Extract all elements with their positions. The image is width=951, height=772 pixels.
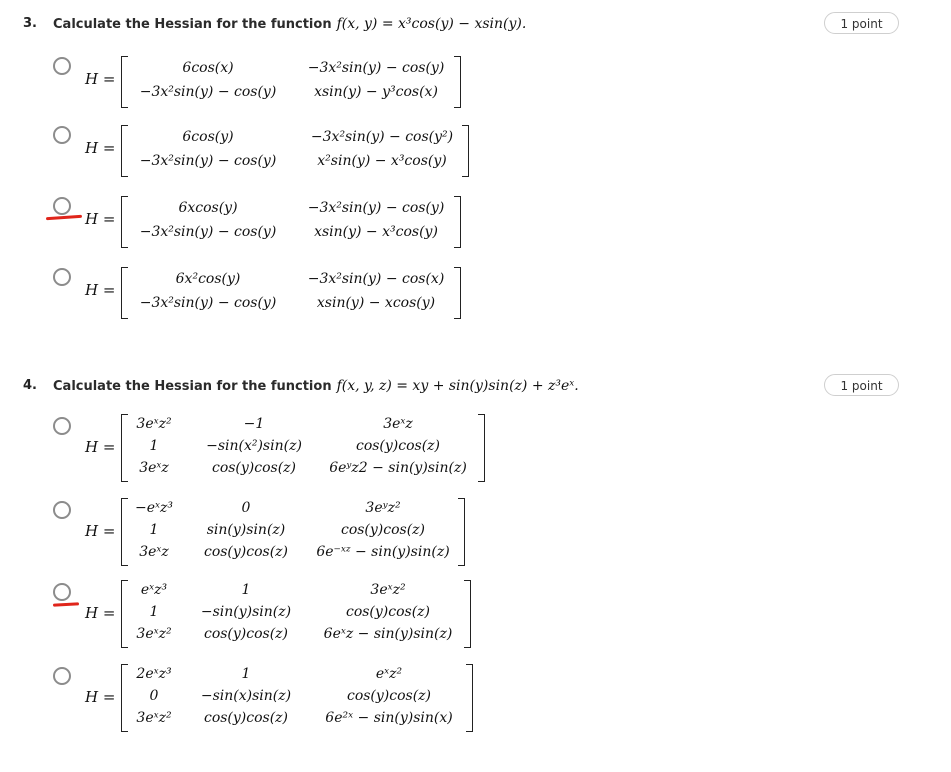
matrix-cell: cos(y)cos(z) <box>345 604 431 620</box>
question-function: f(x, y, z) = xy + sin(y)sin(z) + z³eˣ. <box>336 378 579 394</box>
matrix-cell: 3eʸz² <box>365 500 401 516</box>
h-label: H = <box>85 438 116 456</box>
h-label: H = <box>85 688 116 706</box>
matrix-cell: 3eˣz² <box>136 416 172 432</box>
question-text: Calculate the Hessian for the function f(… <box>53 378 579 394</box>
answer-option-b[interactable]: H = 6cos(y) −3x²sin(y) − cos(y²) −3x²sin… <box>0 121 951 181</box>
matrix-cell: −sin(y)sin(z) <box>200 604 292 620</box>
radio-button[interactable] <box>53 268 71 286</box>
h-label: H = <box>85 522 116 540</box>
question-header: 4. Calculate the Hessian for the functio… <box>0 372 951 402</box>
matrix-cell: −3x²sin(y) − cos(y²) <box>310 129 454 145</box>
matrix-cell: cos(y)cos(z) <box>203 626 289 642</box>
matrix-cell: sin(y)sin(z) <box>206 522 286 538</box>
answer-option-c[interactable]: H = eˣz³ 1 3eˣz² 1 −sin(y)sin(z) cos(y)c… <box>0 578 951 652</box>
matrix-cell: 6eʸz2 − sin(y)sin(z) <box>329 460 467 476</box>
matrix-cell: −1 <box>243 416 265 432</box>
matrix-cell: 6e⁻ˣᶻ − sin(y)sin(z) <box>316 544 450 560</box>
matrix-cell: −eˣz³ <box>135 500 173 516</box>
matrix-cell: 3eˣz <box>139 460 169 476</box>
hessian-matrix: 2eˣz³ 1 eˣz² 0 −sin(x)sin(z) cos(y)cos(z… <box>121 664 473 732</box>
h-label: H = <box>85 70 116 88</box>
hessian-matrix: −eˣz³ 0 3eʸz² 1 sin(y)sin(z) cos(y)cos(z… <box>121 498 465 566</box>
radio-button[interactable] <box>53 583 71 601</box>
matrix-cell: 6xcos(y) <box>178 200 238 216</box>
points-badge: 1 point <box>824 12 899 34</box>
hessian-matrix: 6cos(y) −3x²sin(y) − cos(y²) −3x²sin(y) … <box>121 125 469 177</box>
hessian-matrix: 3eˣz² −1 3eˣz 1 −sin(x²)sin(z) cos(y)cos… <box>121 414 485 482</box>
answer-option-b[interactable]: H = −eˣz³ 0 3eʸz² 1 sin(y)sin(z) cos(y)c… <box>0 496 951 570</box>
matrix-cell: x²sin(y) − x³cos(y) <box>317 153 447 169</box>
matrix-cell: −3x²sin(y) − cos(y) <box>139 153 277 169</box>
matrix-cell: 1 <box>149 438 159 454</box>
matrix-cell: 1 <box>149 604 159 620</box>
matrix-cell: 3eˣz² <box>370 582 406 598</box>
radio-button[interactable] <box>53 57 71 75</box>
matrix-cell: cos(y)cos(z) <box>203 710 289 726</box>
question-prompt: Calculate the Hessian for the function <box>53 17 332 32</box>
red-annotation-mark <box>45 214 83 221</box>
matrix-cell: 3eˣz² <box>136 710 172 726</box>
matrix-cell: cos(y)cos(z) <box>355 438 441 454</box>
matrix-cell: 3eˣz <box>139 544 169 560</box>
matrix-cell: cos(y)cos(z) <box>346 688 432 704</box>
matrix-cell: 1 <box>241 666 251 682</box>
matrix-cell: 6x²cos(y) <box>175 271 241 287</box>
matrix-cell: −3x²sin(y) − cos(x) <box>307 271 445 287</box>
radio-button[interactable] <box>53 667 71 685</box>
matrix-cell: 0 <box>149 688 159 704</box>
matrix-cell: cos(y)cos(z) <box>211 460 297 476</box>
matrix-cell: cos(y)cos(z) <box>203 544 289 560</box>
question-text: Calculate the Hessian for the function f(… <box>53 16 526 32</box>
matrix-cell: 2eˣz³ <box>136 666 172 682</box>
matrix-cell: xsin(y) − y³cos(x) <box>314 84 438 100</box>
matrix-cell: −3x²sin(y) − cos(y) <box>139 295 277 311</box>
matrix-cell: xsin(y) − x³cos(y) <box>314 224 438 240</box>
hessian-matrix: 6x²cos(y) −3x²sin(y) − cos(x) −3x²sin(y)… <box>121 267 461 319</box>
h-label: H = <box>85 604 116 622</box>
matrix-cell: 6cos(y) <box>182 129 234 145</box>
matrix-cell: 6cos(x) <box>182 60 234 76</box>
radio-button[interactable] <box>53 197 71 215</box>
matrix-cell: 6e²ˣ − sin(y)sin(x) <box>325 710 453 726</box>
answer-option-a[interactable]: H = 3eˣz² −1 3eˣz 1 −sin(x²)sin(z) cos(y… <box>0 412 951 486</box>
matrix-cell: −3x²sin(y) − cos(y) <box>139 224 277 240</box>
matrix-cell: 1 <box>241 582 251 598</box>
matrix-cell: xsin(y) − xcos(y) <box>316 295 436 311</box>
answer-option-c[interactable]: H = 6xcos(y) −3x²sin(y) − cos(y) −3x²sin… <box>0 192 951 252</box>
radio-button[interactable] <box>53 501 71 519</box>
matrix-cell: 6eˣz − sin(y)sin(z) <box>323 626 453 642</box>
matrix-cell: eˣz² <box>375 666 403 682</box>
matrix-cell: 1 <box>149 522 159 538</box>
matrix-cell: eˣz³ <box>140 582 168 598</box>
matrix-cell: −sin(x²)sin(z) <box>206 438 302 454</box>
matrix-cell: cos(y)cos(z) <box>340 522 426 538</box>
red-annotation-mark <box>52 602 80 607</box>
matrix-cell: −3x²sin(y) − cos(y) <box>307 60 445 76</box>
matrix-cell: 0 <box>241 500 251 516</box>
answer-option-d[interactable]: H = 2eˣz³ 1 eˣz² 0 −sin(x)sin(z) cos(y)c… <box>0 662 951 736</box>
radio-button[interactable] <box>53 126 71 144</box>
points-badge: 1 point <box>824 374 899 396</box>
matrix-cell: −3x²sin(y) − cos(y) <box>139 84 277 100</box>
question-number: 4. <box>23 378 37 393</box>
question-header: 3. Calculate the Hessian for the functio… <box>0 10 951 40</box>
h-label: H = <box>85 281 116 299</box>
radio-button[interactable] <box>53 417 71 435</box>
hessian-matrix: eˣz³ 1 3eˣz² 1 −sin(y)sin(z) cos(y)cos(z… <box>121 580 471 648</box>
question-function: f(x, y) = x³cos(y) − xsin(y). <box>336 16 527 32</box>
hessian-matrix: 6cos(x) −3x²sin(y) − cos(y) −3x²sin(y) −… <box>121 56 461 108</box>
matrix-cell: 3eˣz² <box>136 626 172 642</box>
hessian-matrix: 6xcos(y) −3x²sin(y) − cos(y) −3x²sin(y) … <box>121 196 461 248</box>
question-prompt: Calculate the Hessian for the function <box>53 379 332 394</box>
matrix-cell: −3x²sin(y) − cos(y) <box>307 200 445 216</box>
question-number: 3. <box>23 16 37 31</box>
answer-option-d[interactable]: H = 6x²cos(y) −3x²sin(y) − cos(x) −3x²si… <box>0 263 951 323</box>
h-label: H = <box>85 210 116 228</box>
matrix-cell: 3eˣz <box>383 416 413 432</box>
answer-option-a[interactable]: H = 6cos(x) −3x²sin(y) − cos(y) −3x²sin(… <box>0 52 951 112</box>
h-label: H = <box>85 139 116 157</box>
matrix-cell: −sin(x)sin(z) <box>200 688 292 704</box>
